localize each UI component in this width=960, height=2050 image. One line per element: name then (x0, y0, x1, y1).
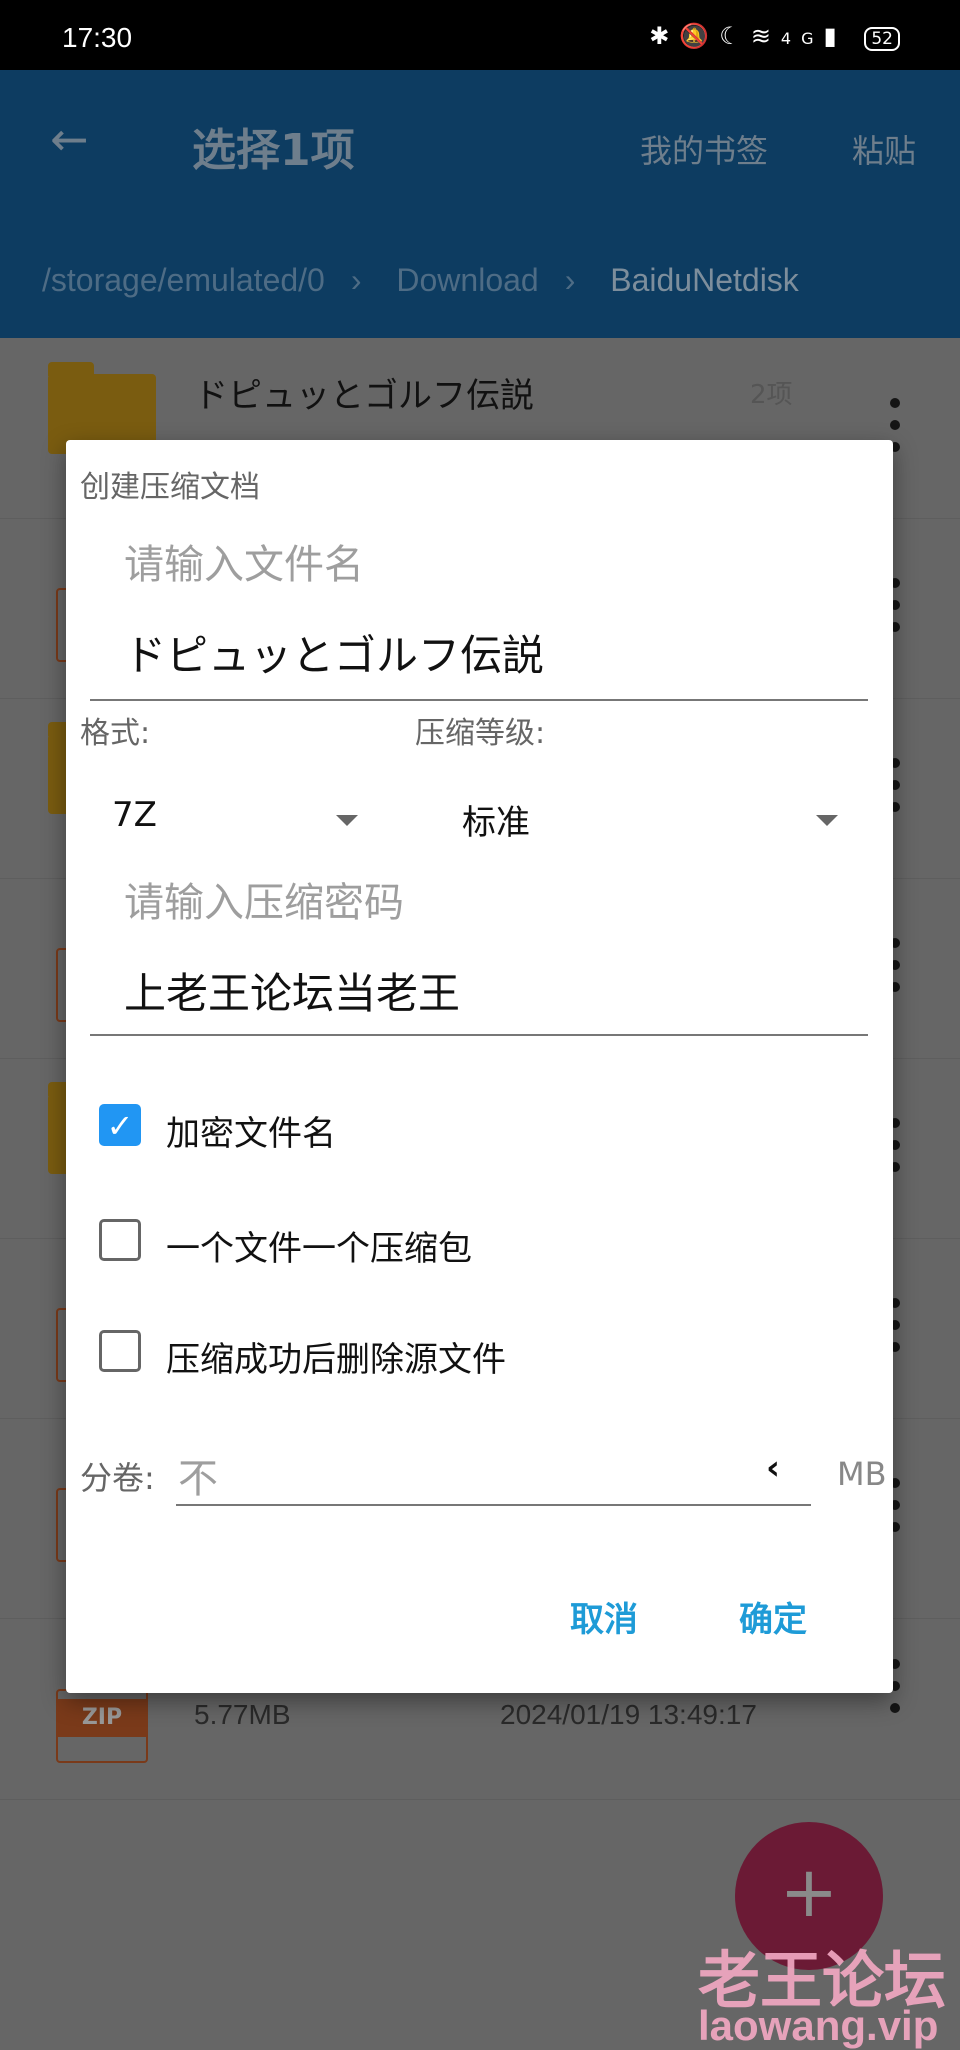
encrypt-filenames-checkbox[interactable]: ✓ 加密文件名 (99, 1104, 699, 1154)
password-placeholder: 请输入压缩密码 (124, 880, 404, 926)
checkbox-unchecked-icon (99, 1219, 141, 1261)
bookmarks-button[interactable]: 我的书签 (640, 126, 768, 172)
app-bar: ← 选择1项 我的书签 粘贴 /storage/emulated/0 › Down… (0, 70, 960, 338)
checkbox-checked-icon: ✓ (99, 1104, 141, 1146)
filename-placeholder: 请输入文件名 (124, 542, 364, 588)
create-archive-dialog: 创建压缩文档 请输入文件名 ドピュッとゴルフ伝説 格式: 7Z 压缩等级: 标准… (66, 440, 893, 1693)
item-name: ドピュッとゴルフ伝説 (194, 376, 534, 416)
watermark-url: laowang.vip (698, 2002, 939, 2049)
item-count: 2项 (750, 380, 793, 410)
zip-icon: ZIP (56, 1689, 148, 1763)
filename-underline (90, 699, 868, 701)
format-value: 7Z (112, 795, 157, 835)
level-value: 标准 (462, 803, 530, 843)
split-underline (176, 1504, 811, 1506)
password-underline (90, 1034, 868, 1036)
mute-icon: 🔕 (679, 22, 720, 50)
split-input[interactable]: 不 (178, 1446, 218, 1504)
level-select[interactable]: 标准 (462, 795, 842, 845)
signal-bars-icon: ▮ (823, 22, 847, 50)
ok-button[interactable]: 确定 (739, 1592, 807, 1641)
one-archive-per-file-checkbox[interactable]: 一个文件一个压缩包 (99, 1219, 699, 1269)
bluetooth-icon: ✱ (649, 22, 680, 50)
dropdown-arrow-icon (816, 815, 838, 826)
status-bar: 17:30 ✱🔕☾≋4G▮ 52 (0, 0, 960, 70)
split-label: 分卷: (80, 1459, 155, 1497)
split-dropdown-chevron-icon[interactable]: ‹ (766, 1448, 780, 1488)
breadcrumb-item-current[interactable]: BaiduNetdisk (610, 262, 799, 298)
chevron-right-icon: › (350, 262, 362, 298)
paste-button[interactable]: 粘贴 (852, 126, 916, 172)
cancel-button[interactable]: 取消 (570, 1592, 638, 1641)
item-size: 5.77MB (194, 1699, 291, 1730)
signal-icon: 4G (780, 29, 824, 48)
password-input[interactable]: 上老王论坛当老王 (124, 960, 460, 1021)
checkbox-label: 一个文件一个压缩包 (166, 1229, 472, 1269)
item-date: 2024/01/19 13:49:17 (500, 1699, 757, 1730)
status-time: 17:30 (62, 22, 133, 53)
checkbox-unchecked-icon (99, 1330, 141, 1372)
chevron-right-icon: › (564, 262, 576, 298)
split-unit: MB (837, 1455, 887, 1493)
checkbox-label: 压缩成功后删除源文件 (166, 1340, 506, 1380)
dialog-title: 创建压缩文档 (80, 470, 260, 505)
wifi-icon: ≋ (750, 22, 781, 50)
back-arrow-icon[interactable]: ← (50, 112, 89, 166)
moon-icon: ☾ (719, 22, 751, 50)
format-select[interactable]: 7Z (112, 795, 362, 845)
plus-icon: + (779, 1851, 839, 1933)
breadcrumb-item[interactable]: Download (396, 262, 538, 298)
delete-source-checkbox[interactable]: 压缩成功后删除源文件 (99, 1330, 699, 1380)
format-label: 格式: (80, 716, 151, 751)
status-icons: ✱🔕☾≋4G▮ 52 (649, 22, 900, 51)
checkbox-label: 加密文件名 (166, 1114, 336, 1154)
dropdown-arrow-icon (336, 815, 358, 826)
zip-badge: ZIP (56, 1699, 148, 1737)
page-title: 选择1项 (192, 125, 355, 176)
level-label: 压缩等级: (415, 716, 546, 751)
breadcrumb-item[interactable]: /storage/emulated/0 (42, 262, 325, 298)
breadcrumb: /storage/emulated/0 › Download › BaiduNetd… (42, 262, 825, 299)
battery-icon: 52 (864, 27, 900, 51)
filename-input[interactable]: ドピュッとゴルフ伝説 (124, 622, 544, 683)
